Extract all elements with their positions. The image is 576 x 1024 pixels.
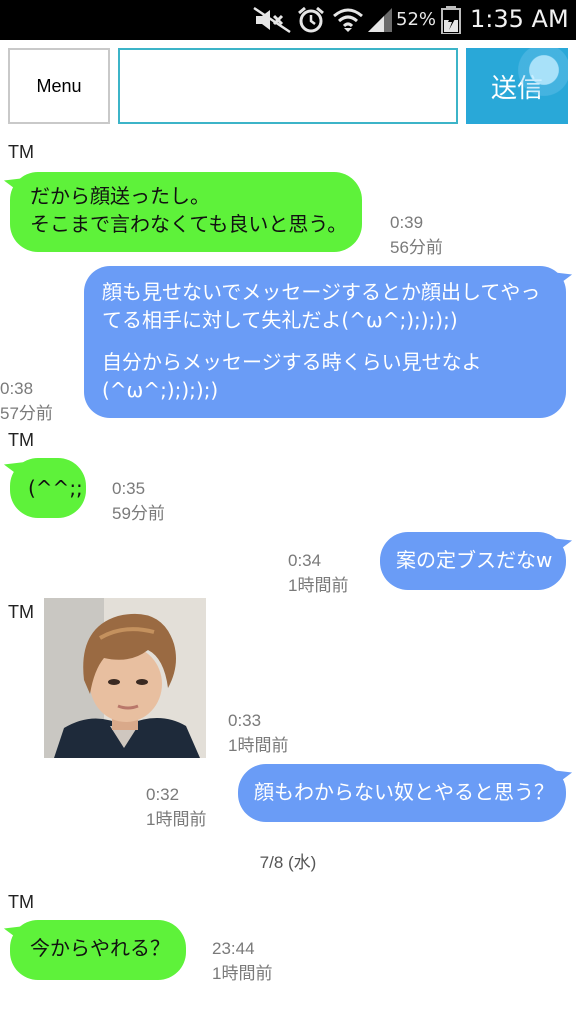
message-ago: 57分前 [0,404,53,423]
status-bar: 52% 1:35 AM [0,0,576,40]
alarm-icon [298,6,324,33]
message-ago: 56分前 [390,238,443,257]
message-time: 0:32 [146,785,180,804]
message-bubble[interactable]: 案の定ブスだなw [380,532,566,590]
battery-percent: 52% [396,9,437,30]
message-meta: 0:35 59分前 [112,476,165,526]
message-line: てる相手に対して失礼だよ(^ω^;);););) [102,308,458,332]
message-bubble[interactable]: 顔も見せないでメッセージするとか顔出してやっ てる相手に対して失礼だよ(^ω^;… [84,266,566,418]
date-separator: 7/8 (水) [259,853,317,872]
message-ago: 1時間前 [228,736,289,755]
message-bubble[interactable]: 顔もわからない奴とやると思う？ [238,764,566,822]
sender-name: TM [8,892,34,912]
message-input[interactable] [118,48,458,124]
message-time: 0:38 [0,379,34,398]
message-meta: 0:33 1時間前 [228,708,288,758]
message-time: 0:35 [112,479,146,498]
message-time: 0:39 [390,213,424,232]
clock: 1:35 AM [470,5,569,33]
message-time: 0:34 [288,551,322,570]
message-bubble[interactable]: (^^;; [10,458,86,518]
message-line: (^^;; [28,476,83,500]
message-bubble[interactable]: 今からやれる？ [10,920,186,980]
message-line: 自分からメッセージする時くらい見せなよ [102,350,482,374]
message-ago: 1時間前 [212,964,273,983]
message-line: そこまで言わなくても良いと思う。 [30,212,348,236]
message-line: 顔も見せないでメッセージするとか顔出してやっ [102,280,541,304]
message-line: だから顔送ったし。 [30,184,210,208]
message-meta: 0:34 1時間前 [288,548,348,598]
mute-icon [253,6,291,34]
sender-name: TM [8,142,34,162]
message-meta: 23:44 1時間前 [212,936,272,986]
compose-bar: Menu 送信 [0,40,576,132]
message-meta: 0:32 1時間前 [146,782,206,832]
sender-name: TM [8,602,34,622]
photo-message[interactable] [44,598,206,758]
message-line [102,334,554,348]
message-meta: 0:39 56分前 [390,210,443,260]
battery-icon [441,6,461,34]
message-meta: 0:38 57分前 [0,376,53,426]
message-line: 案の定ブスだなw [396,548,553,572]
portrait-photo [44,598,206,758]
message-line: (^ω^;);););) [102,378,219,402]
send-button[interactable]: 送信 [466,48,568,124]
signal-icon [368,8,392,32]
sender-name: TM [8,430,34,450]
message-ago: 1時間前 [288,576,349,595]
message-bubble[interactable]: だから顔送ったし。 そこまで言わなくても良いと思う。 [10,172,362,252]
menu-button[interactable]: Menu [8,48,110,124]
message-line: 顔もわからない奴とやると思う？ [254,780,554,804]
message-ago: 59分前 [112,504,165,523]
message-ago: 1時間前 [146,810,207,829]
wifi-icon [333,8,363,32]
message-time: 23:44 [212,939,255,958]
message-time: 0:33 [228,711,262,730]
message-line: 今からやれる？ [30,936,170,960]
